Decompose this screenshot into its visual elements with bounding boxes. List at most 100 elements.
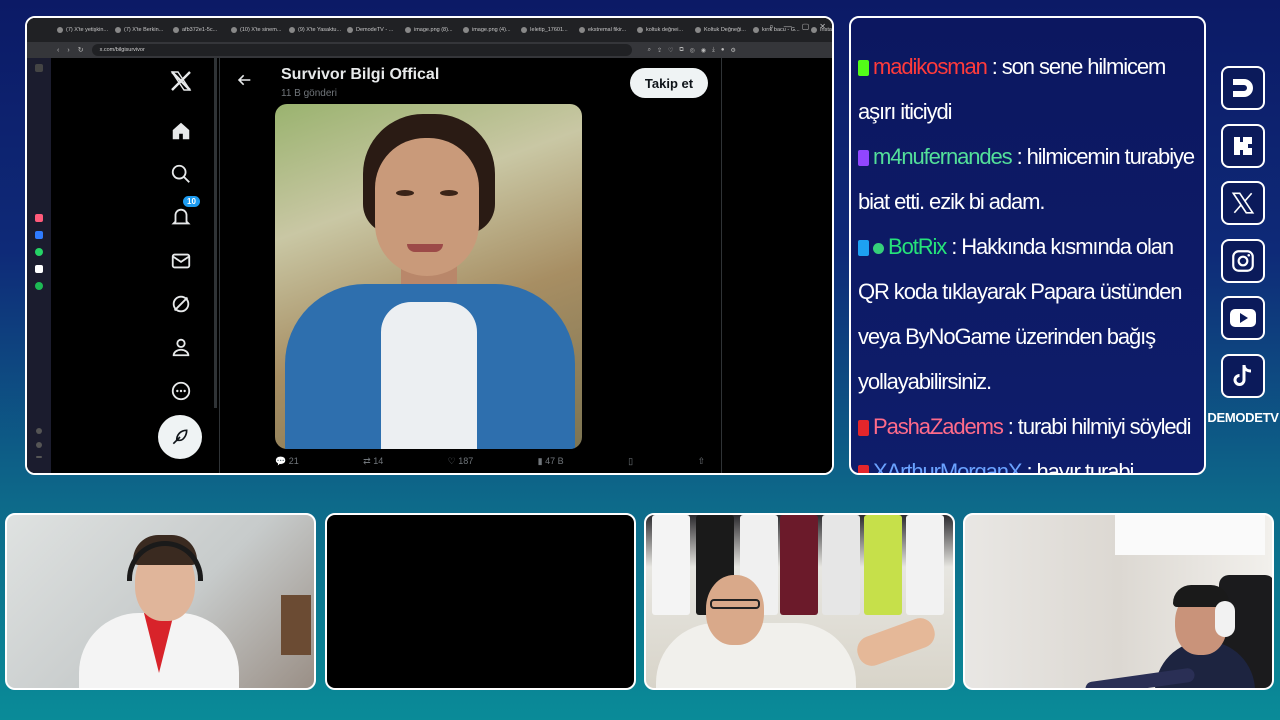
download-icon[interactable]: ⤓	[712, 47, 715, 54]
browser-tab[interactable]: image.png (4)...	[459, 21, 515, 39]
back-nav-icon[interactable]: ‹	[57, 47, 59, 54]
views-button[interactable]: ▮ 47 B	[538, 456, 564, 467]
spotify-sidebar-icon[interactable]	[35, 282, 43, 290]
history-sidebar-icon[interactable]	[36, 442, 42, 448]
x-nav: 10	[151, 58, 211, 473]
share-icon[interactable]: ⇪	[657, 47, 662, 54]
whatsapp-sidebar-icon[interactable]	[35, 248, 43, 256]
browser-tab[interactable]: afb372e1-5c...	[169, 21, 225, 39]
browser-window: (7) X'te yetişkin... (7) X'te Berkin... af…	[25, 16, 834, 475]
messenger-sidebar-icon[interactable]	[35, 231, 43, 239]
back-arrow-icon[interactable]	[237, 72, 257, 92]
browser-tab[interactable]: ekstremal fikir...	[575, 21, 631, 39]
browser-sidebar	[27, 18, 51, 473]
post-actions: 💬 21 ⇄ 14 ♡ 187 ▮ 47 B ▯ ⇧	[275, 456, 705, 467]
bookmark-post-button[interactable]: ▯	[628, 456, 633, 467]
tab-label: Ieletip_17601...	[530, 27, 568, 33]
notification-badge: 10	[182, 195, 201, 208]
chat-username: XArthurMorganX	[873, 459, 1023, 475]
x-page: 10 Survivor Bilgi Offical 11 B gönderi T…	[51, 58, 832, 473]
demode-badge-icon	[858, 465, 869, 473]
toolbar-icons: ⌕ ⇪ ♡ ⧉ ◎ ◉ ⤓ ● ⚙	[648, 47, 736, 54]
tab-bar: (7) X'te yetişkin... (7) X'te Berkin... af…	[27, 18, 832, 42]
chat-text: : turabi hilmiyi söyledi	[1002, 414, 1192, 439]
more-icon[interactable]	[168, 378, 194, 404]
extensions-icon[interactable]: ⧉	[679, 47, 683, 54]
youtube-icon	[1221, 296, 1265, 340]
x-sidebar-icon[interactable]	[35, 265, 43, 273]
tab-favicon-icon	[521, 27, 527, 33]
aria-sidebar-icon[interactable]	[35, 214, 43, 222]
chat-username: BotRix	[888, 234, 947, 259]
chat-message: PashaZadems : turabi hilmiyi söyledi	[858, 404, 1198, 449]
tab-favicon-icon	[57, 27, 63, 33]
bookmark-icon[interactable]: ♡	[668, 47, 673, 54]
browser-tab[interactable]: (7) X'te Berkin...	[111, 21, 167, 39]
reply-button[interactable]: 💬 21	[275, 456, 299, 467]
tab-label: DemodeTV - ...	[356, 27, 394, 33]
notifications-icon[interactable]: 10	[168, 195, 201, 230]
bot-badge-icon	[858, 240, 869, 256]
column-divider	[721, 58, 722, 473]
browser-tab[interactable]: (7) X'te yetişkin...	[53, 21, 109, 39]
more-sidebar-icon[interactable]	[36, 456, 42, 458]
browser-tab[interactable]: DemodeTV - ...	[343, 21, 399, 39]
tab-label: koltuk değnei...	[646, 27, 683, 33]
minimize-icon[interactable]: —	[784, 22, 792, 32]
tab-favicon-icon	[695, 27, 701, 33]
messages-icon[interactable]	[168, 248, 194, 274]
profile-icon[interactable]: ●	[721, 47, 725, 54]
tab-label: (10) X'te sinem...	[240, 27, 282, 33]
like-button[interactable]: ♡ 187	[448, 456, 474, 467]
webcam-1	[5, 513, 316, 690]
share-post-button[interactable]: ⇧	[697, 456, 705, 467]
chat-message: madikosman : son sene hilmicem aşırı iti…	[858, 44, 1198, 134]
twitch-badge-icon	[858, 150, 869, 166]
nav-scrollbar[interactable]	[214, 58, 217, 408]
brand-label: DEMODETV	[1207, 410, 1279, 425]
x-icon	[1221, 181, 1265, 225]
heart-sidebar-icon[interactable]	[36, 428, 42, 434]
maximize-icon[interactable]: ▢	[802, 22, 810, 32]
kick-badge-icon	[858, 60, 869, 76]
x-logo-icon[interactable]	[168, 68, 194, 94]
profile-icon[interactable]	[168, 334, 194, 360]
tab-favicon-icon	[231, 27, 237, 33]
tab-favicon-icon	[637, 27, 643, 33]
tab-search-icon[interactable]: ⌕	[769, 22, 773, 32]
chat-username: m4nufernandes	[873, 144, 1013, 169]
tab-label: image.png (4)...	[472, 27, 511, 33]
adblock-icon[interactable]: ◉	[701, 47, 706, 54]
repost-button[interactable]: ⇄ 14	[363, 456, 383, 467]
settings-icon[interactable]: ⚙	[730, 47, 735, 54]
tab-favicon-icon	[753, 27, 759, 33]
zoom-icon[interactable]: ⌕	[648, 47, 651, 54]
webcam-3	[644, 513, 955, 690]
window-controls: ⌕ — ▢ ✕	[769, 22, 826, 32]
browser-tab[interactable]: Ieletip_17601...	[517, 21, 573, 39]
tab-label: (7) X'te Berkin...	[124, 27, 164, 33]
grok-icon[interactable]	[168, 291, 194, 317]
browser-tab[interactable]: image.png (8)...	[401, 21, 457, 39]
close-icon[interactable]: ✕	[819, 22, 826, 32]
forward-nav-icon[interactable]: ›	[67, 47, 69, 54]
chat-username: PashaZadems	[873, 414, 1004, 439]
follow-button[interactable]: Takip et	[630, 68, 708, 98]
post-photo[interactable]	[275, 104, 582, 449]
browser-tab[interactable]: (10) X'te sinem...	[227, 21, 283, 39]
url-input[interactable]: x.com/bilgisurvivor	[91, 44, 632, 56]
browser-tab[interactable]: Koltuk Değneği...	[691, 21, 747, 39]
star-sidebar-icon[interactable]	[35, 64, 43, 72]
compose-post-button[interactable]	[158, 415, 202, 459]
home-icon[interactable]	[168, 118, 194, 144]
tab-favicon-icon	[463, 27, 469, 33]
tab-label: Koltuk Değneği...	[704, 27, 746, 33]
tab-label: afb372e1-5c...	[182, 27, 218, 33]
reload-icon[interactable]: ↻	[78, 46, 84, 54]
browser-tab[interactable]: koltuk değnei...	[633, 21, 689, 39]
tab-favicon-icon	[173, 27, 179, 33]
snapshot-icon[interactable]: ◎	[690, 47, 695, 54]
search-icon[interactable]	[168, 161, 194, 187]
browser-tab[interactable]: (9) X'te Yasaktu...	[285, 21, 341, 39]
feather-icon	[172, 429, 188, 445]
